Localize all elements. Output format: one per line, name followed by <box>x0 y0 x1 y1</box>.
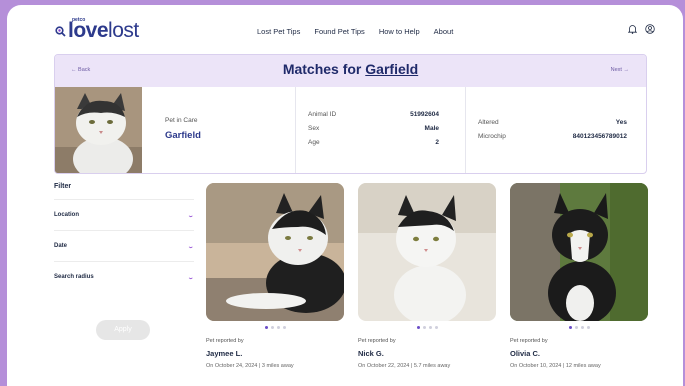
reporter-name: Olivia C. <box>510 349 541 358</box>
report-meta: On October 24, 2024 | 3 miles away <box>206 363 294 369</box>
pet-in-care-photo <box>55 87 142 173</box>
pet-medical-column: Altered Yes Microchip 840123456789012 <box>465 87 645 173</box>
carousel-dot[interactable] <box>580 326 584 329</box>
nav-lost-pet-tips[interactable]: Lost Pet Tips <box>257 27 300 36</box>
match-card[interactable]: Pet reported by Jaymee L. On October 24,… <box>206 183 344 369</box>
main-nav: Lost Pet Tips Found Pet Tips How to Help… <box>257 27 453 36</box>
nav-about[interactable]: About <box>434 27 454 36</box>
carousel-dots[interactable] <box>206 326 344 331</box>
carousel-dot[interactable] <box>434 326 438 329</box>
pet-in-care-label: Pet in Care <box>165 117 198 124</box>
reported-by-label: Pet reported by <box>358 338 396 344</box>
chevron-down-icon: ⌄ <box>187 274 194 280</box>
carousel-dot[interactable] <box>422 326 426 329</box>
microchip-row: Microchip 840123456789012 <box>478 129 627 143</box>
bell-icon[interactable] <box>628 24 637 34</box>
search-heart-icon <box>55 25 66 40</box>
match-card-photo[interactable] <box>510 183 648 321</box>
apply-button[interactable]: Apply <box>96 320 150 340</box>
filter-search-radius-label: Search radius <box>54 274 94 280</box>
age-value: 2 <box>435 138 439 146</box>
carousel-dot[interactable] <box>586 326 590 329</box>
report-meta: On October 22, 2024 | 5.7 miles away <box>358 363 451 369</box>
nav-how-to-help[interactable]: How to Help <box>379 27 420 36</box>
petco-brand: petco <box>72 17 86 23</box>
altered-row: Altered Yes <box>478 115 627 129</box>
carousel-dot[interactable] <box>574 326 578 329</box>
title-pet-name[interactable]: Garfield <box>365 61 418 77</box>
page-title: Matches for Garfield <box>55 61 646 77</box>
animal-id-row: Animal ID 51992604 <box>308 107 439 121</box>
header-icons <box>628 24 655 34</box>
carousel-dot[interactable] <box>276 326 280 329</box>
altered-value: Yes <box>615 118 627 126</box>
carousel-dots[interactable] <box>510 326 648 331</box>
carousel-dots[interactable] <box>358 326 496 331</box>
logo-lost-text: lost <box>108 19 139 42</box>
next-link[interactable]: Next → <box>611 67 629 73</box>
sex-label: Sex <box>308 124 320 132</box>
filter-search-radius[interactable]: Search radius ⌄ <box>54 261 194 292</box>
match-card[interactable]: Pet reported by Nick G. On October 22, 2… <box>358 183 496 369</box>
reported-by-label: Pet reported by <box>206 338 244 344</box>
chevron-down-icon: ⌄ <box>187 243 194 249</box>
animal-id-value: 51992604 <box>410 110 439 118</box>
match-panel-header: ← Back Matches for Garfield Next → <box>55 55 646 87</box>
pet-name: Garfield <box>165 130 201 141</box>
match-card[interactable]: Pet reported by Olivia C. On October 10,… <box>510 183 648 369</box>
report-meta: On October 10, 2024 | 12 miles away <box>510 363 601 369</box>
microchip-label: Microchip <box>478 132 506 140</box>
animal-id-label: Animal ID <box>308 110 337 118</box>
altered-label: Altered <box>478 118 499 126</box>
sex-row: Sex Male <box>308 121 439 135</box>
carousel-dot[interactable] <box>270 326 274 329</box>
carousel-dot[interactable] <box>264 326 268 329</box>
carousel-dot[interactable] <box>428 326 432 329</box>
carousel-dot[interactable] <box>568 326 572 329</box>
carousel-dot[interactable] <box>416 326 420 329</box>
match-panel: ← Back Matches for Garfield Next → Pet i <box>54 54 647 174</box>
pet-name-column: Pet in Care Garfield <box>165 87 285 173</box>
sex-value: Male <box>424 124 439 132</box>
age-label: Age <box>308 138 320 146</box>
reported-by-label: Pet reported by <box>510 338 548 344</box>
age-row: Age 2 <box>308 135 439 149</box>
filter-location-label: Location <box>54 212 79 218</box>
pet-details-column: Animal ID 51992604 Sex Male Age 2 <box>295 87 455 173</box>
lovelost-logo[interactable]: petco love lost <box>55 17 139 43</box>
title-prefix: Matches for <box>282 61 366 77</box>
chevron-down-icon: ⌄ <box>187 212 194 218</box>
match-card-photo[interactable] <box>358 183 496 321</box>
match-card-photo[interactable] <box>206 183 344 321</box>
app-window: petco love lost Lost Pet Tips Found Pet T… <box>7 5 683 386</box>
filter-date-label: Date <box>54 243 68 249</box>
reporter-name: Nick G. <box>358 349 384 358</box>
filter-location[interactable]: Location ⌄ <box>54 199 194 230</box>
user-account-icon[interactable] <box>645 24 655 34</box>
filter-date[interactable]: Date ⌄ <box>54 230 194 261</box>
nav-found-pet-tips[interactable]: Found Pet Tips <box>314 27 364 36</box>
microchip-value: 840123456789012 <box>572 132 627 140</box>
filter-title: Filter <box>54 183 72 190</box>
filter-panel: Filter Location ⌄ Date ⌄ Search radius ⌄… <box>54 183 194 340</box>
carousel-dot[interactable] <box>282 326 286 329</box>
reporter-name: Jaymee L. <box>206 349 243 358</box>
